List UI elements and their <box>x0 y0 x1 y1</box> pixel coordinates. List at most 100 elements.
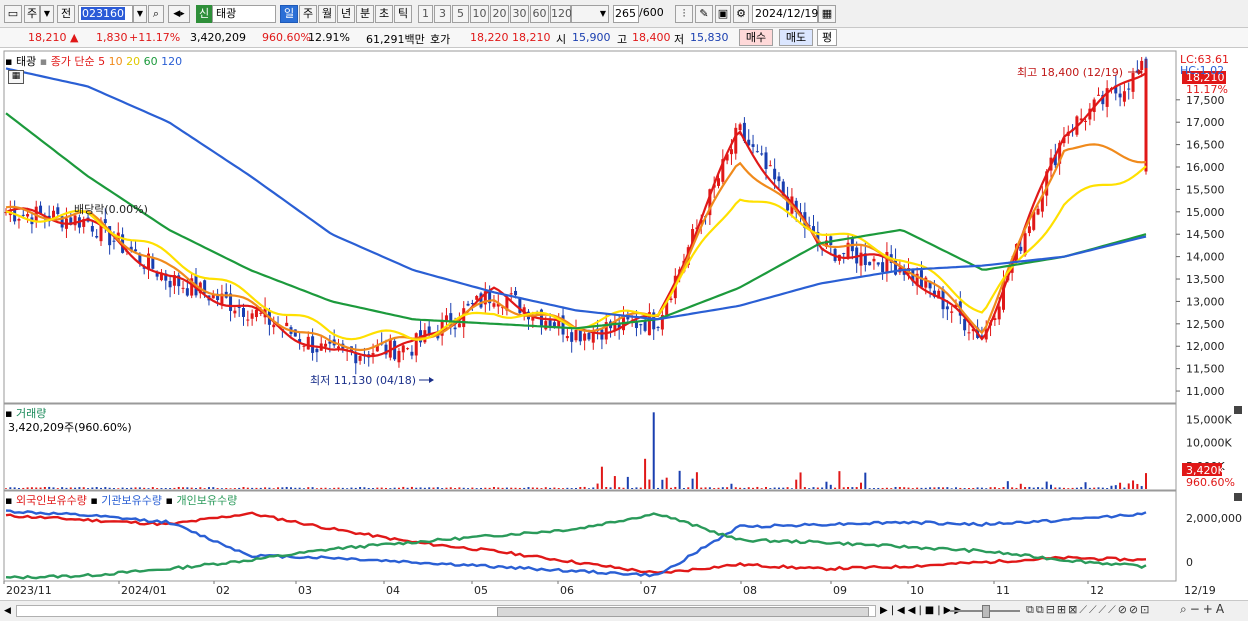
candle-body-4 <box>21 214 25 216</box>
search-icon[interactable]: ⌕ <box>148 5 164 23</box>
interval-button-120[interactable]: 120 <box>550 5 572 23</box>
interval-button-30[interactable]: 30 <box>510 5 529 23</box>
candle-body-168 <box>729 149 733 155</box>
volume-bar-108 <box>471 487 474 489</box>
volume-bar-91 <box>397 487 400 489</box>
scroll-track[interactable] <box>16 605 876 617</box>
volume-bar-33 <box>147 488 150 489</box>
ask-price: 18,220 <box>470 31 509 44</box>
period-button-4[interactable]: 분 <box>356 5 374 23</box>
volume-bar-109 <box>475 488 478 489</box>
gear-icon[interactable]: ⚙ <box>733 5 749 23</box>
holding-close-icon[interactable] <box>1234 493 1242 501</box>
tool-icons[interactable]: ⧉⧉⊟⊞⊠⟋⟋⟋⟋⊘⊘⊡ <box>1026 603 1151 617</box>
market-button[interactable]: 주 <box>24 5 40 23</box>
volume-bar-70 <box>307 487 310 489</box>
volume-bar-236 <box>1024 487 1027 489</box>
count-total: /600 <box>639 6 664 19</box>
volume-bar-238 <box>1032 487 1035 489</box>
price-tick-label-2: 16,500 <box>1186 139 1225 152</box>
period-button-6[interactable]: 틱 <box>394 5 412 23</box>
chart-type-icon[interactable]: ⫶ <box>675 5 693 23</box>
save-icon[interactable]: ▣ <box>715 5 731 23</box>
grid-toggle-icon[interactable]: ▦ <box>8 70 24 84</box>
volume-bar-173 <box>752 487 755 489</box>
candle-body-38 <box>168 280 172 288</box>
candle-body-218 <box>945 306 949 310</box>
candle-body-81 <box>354 353 358 364</box>
scroll-thumb[interactable] <box>497 607 869 617</box>
volume-bar-161 <box>700 487 703 489</box>
settings-dot-icon[interactable]: ▪ <box>5 55 12 68</box>
volume-bar-5 <box>26 487 29 489</box>
period-button-5[interactable]: 초 <box>375 5 393 23</box>
volume-bar-107 <box>467 488 470 489</box>
candle-body-12 <box>56 207 60 214</box>
stock-name-field[interactable]: 태광 <box>212 5 276 23</box>
interval-button-1[interactable]: 1 <box>418 5 433 23</box>
volume-bar-135 <box>587 488 590 489</box>
interval-button-3[interactable]: 3 <box>434 5 451 23</box>
candle-body-56 <box>246 319 250 321</box>
buy-button[interactable]: 매수 <box>739 29 773 46</box>
volume-bar-199 <box>864 472 867 489</box>
market-dropdown-icon[interactable]: ▼ <box>40 5 54 23</box>
count-input[interactable]: 265 <box>613 5 639 23</box>
period-button-1[interactable]: 주 <box>299 5 317 23</box>
candle-body-203 <box>881 262 885 273</box>
zoom-slider-handle[interactable] <box>982 605 990 618</box>
code-dropdown-icon[interactable]: ▼ <box>133 5 147 23</box>
interval-button-5[interactable]: 5 <box>452 5 469 23</box>
volume-bar-210 <box>911 488 914 489</box>
date-input[interactable]: 2024/12/19 <box>752 5 818 23</box>
volume-bar-99 <box>432 487 435 489</box>
change-percent: +11.17% <box>129 31 181 44</box>
volume-bar-182 <box>790 488 793 489</box>
interval-dropdown[interactable]: ▼ <box>571 5 609 23</box>
volume-bar-146 <box>635 487 638 489</box>
volume-bar-47 <box>207 487 210 489</box>
volume-bar-195 <box>847 486 850 489</box>
sell-button[interactable]: 매도 <box>779 29 813 46</box>
zoom-icons[interactable]: ⌕−+A <box>1180 602 1227 617</box>
sound-icon[interactable]: ◀▸ <box>168 5 190 23</box>
interval-button-60[interactable]: 60 <box>530 5 549 23</box>
price-tick-label-13: 11,000 <box>1186 385 1225 398</box>
prev-button[interactable]: 전 <box>57 5 75 23</box>
eval-button[interactable]: 평 <box>817 29 837 46</box>
price-tick-label-8: 13,500 <box>1186 273 1225 286</box>
period-button-3[interactable]: 년 <box>337 5 355 23</box>
period-button-0[interactable]: 일 <box>280 5 298 23</box>
price-tick-label-5: 15,000 <box>1186 206 1225 219</box>
volume-bar-42 <box>186 487 189 489</box>
volume-bar-119 <box>518 487 521 489</box>
low-annotation: 최저 11,130 (04/18) <box>310 374 416 387</box>
holding-dot-icon[interactable]: ▪ <box>5 494 12 507</box>
candle-body-69 <box>302 345 306 347</box>
window-icon[interactable]: ▭ <box>4 5 22 23</box>
volume-bar-159 <box>691 478 694 489</box>
period-button-2[interactable]: 월 <box>318 5 336 23</box>
volume-bar-130 <box>566 487 569 489</box>
volume-bar-14 <box>65 487 68 489</box>
volume-bar-112 <box>488 487 491 489</box>
candle-body-3 <box>17 218 21 221</box>
volume-bar-132 <box>575 487 577 489</box>
volume-bar-30 <box>134 487 137 489</box>
candle-body-176 <box>764 152 768 169</box>
code-input[interactable]: 023160 <box>78 5 133 23</box>
interval-button-20[interactable]: 20 <box>490 5 509 23</box>
interval-button-10[interactable]: 10 <box>470 5 489 23</box>
chart-area[interactable]: 17,50017,00016,50016,00015,50015,00014,5… <box>0 48 1248 600</box>
volume-close-icon[interactable] <box>1234 406 1242 414</box>
candle-body-54 <box>237 306 241 308</box>
volume-bar-226 <box>980 487 983 489</box>
calendar-icon[interactable]: ▦ <box>818 5 836 23</box>
scroll-left-icon[interactable]: ◀ <box>4 604 14 618</box>
candle-body-113 <box>492 303 496 307</box>
candle-body-131 <box>570 332 574 342</box>
legend-stock: 태광 <box>15 55 37 68</box>
volume-bar-37 <box>164 488 167 489</box>
drawing-icon[interactable]: ✎ <box>695 5 713 23</box>
volume-bar-237 <box>1028 486 1031 489</box>
